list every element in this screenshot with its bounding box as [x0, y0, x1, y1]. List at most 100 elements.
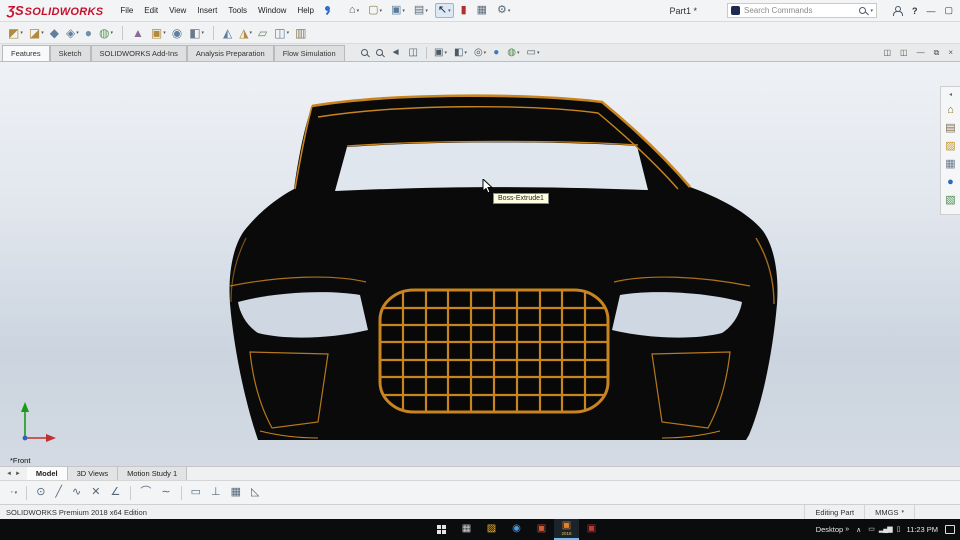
toolbar-icon[interactable]: [121, 25, 123, 40]
view-orientation-icon[interactable]: ▣ ▾: [434, 47, 447, 58]
menu-item[interactable]: Window: [253, 3, 291, 18]
sketch-tool-icon[interactable]: ⌒: [140, 487, 152, 498]
hide-show-items-icon[interactable]: ◎ ▾: [474, 47, 486, 58]
tray-battery-icon[interactable]: ▯: [897, 526, 901, 533]
command-tab[interactable]: SOLIDWORKS Add-Ins: [90, 45, 187, 61]
next-tab-icon[interactable]: ►: [15, 471, 21, 477]
toolbar-icon[interactable]: ◮ ▾: [239, 27, 252, 39]
sketch-tool-icon[interactable]: ✕: [91, 487, 101, 498]
desktop-toolbar[interactable]: Desktop »: [816, 525, 849, 534]
toolbar-icon[interactable]: ◩ ▾: [8, 27, 23, 39]
save-icon[interactable]: ▣ ▾: [389, 4, 407, 17]
toolbar-icon[interactable]: ◉: [172, 27, 183, 39]
menu-item[interactable]: Tools: [223, 3, 252, 18]
toolbar-icon[interactable]: ◍ ▾: [99, 27, 113, 39]
view-settings-icon[interactable]: ▭ ▾: [526, 47, 539, 58]
print-icon[interactable]: ▤ ▾: [412, 4, 430, 17]
options-gear-icon[interactable]: ⚙ ▾: [495, 4, 512, 17]
sketch-tool-icon[interactable]: [180, 485, 182, 500]
help-icon[interactable]: ?: [912, 6, 918, 16]
sketch-tool-icon[interactable]: ▭: [191, 487, 202, 498]
account-icon[interactable]: [892, 5, 903, 16]
model-tab[interactable]: Model: [26, 467, 68, 480]
car-model[interactable]: [200, 90, 780, 442]
graphics-viewport[interactable]: Boss-Extrude1 *Front ◂ ⌂ ▤ ▨ ▦ ● ▧: [0, 62, 960, 466]
search-commands-box[interactable]: Search Commands ▾: [726, 3, 877, 18]
tray-keyboard-icon[interactable]: ▭: [868, 526, 875, 533]
hidden-icons-chevron[interactable]: ∧: [856, 526, 861, 534]
open-document-icon[interactable]: ▢ ▾: [366, 4, 384, 17]
command-tab[interactable]: Features: [2, 45, 50, 61]
sketch-tool-icon[interactable]: ∿: [72, 487, 82, 498]
file-explorer-icon[interactable]: ▨: [945, 141, 955, 152]
toolbar-icon[interactable]: ◪ ▾: [29, 27, 44, 39]
command-tab[interactable]: Analysis Preparation: [186, 45, 274, 61]
sketch-tool-icon[interactable]: [26, 485, 28, 500]
sketch-tool-icon[interactable]: ◺: [251, 487, 260, 498]
app-icon-red[interactable]: ▣: [529, 519, 554, 540]
pin-menu-icon[interactable]: [323, 5, 333, 16]
toolbar-icon[interactable]: ▱: [258, 27, 268, 39]
custom-properties-icon[interactable]: ▧: [945, 195, 955, 206]
sketch-tool-icon[interactable]: ⊥: [211, 487, 222, 498]
edit-appearance-icon[interactable]: ●: [493, 47, 500, 58]
pane-display-icon[interactable]: ◫: [883, 48, 891, 57]
sketch-tool-icon[interactable]: [130, 485, 132, 500]
task-view-icon[interactable]: ▦: [454, 519, 479, 540]
toolbar-icon[interactable]: ▣ ▾: [151, 27, 166, 39]
doc-restore-icon[interactable]: ⧉: [934, 48, 940, 57]
menu-item[interactable]: File: [115, 3, 138, 18]
doc-close-icon[interactable]: ×: [948, 48, 953, 57]
sketch-tool-icon[interactable]: ▦: [231, 487, 242, 498]
toolbar-icon[interactable]: [213, 25, 215, 40]
rebuild-icon[interactable]: ▮: [459, 4, 470, 17]
previous-view-icon[interactable]: ◄: [391, 47, 402, 58]
section-view-icon[interactable]: ◫: [409, 47, 419, 58]
clock[interactable]: 11:23 PM: [906, 525, 938, 534]
solidworks-2018-icon[interactable]: ▣ 2018: [554, 519, 579, 540]
appearances-icon[interactable]: ●: [947, 177, 954, 188]
sketch-tool-icon[interactable]: ╱: [55, 487, 63, 498]
search-dropdown-icon[interactable]: ▾: [870, 8, 873, 14]
toolbar-icon[interactable]: ◫ ▾: [274, 27, 289, 39]
search-input[interactable]: Search Commands: [744, 6, 855, 15]
toolbar-icon[interactable]: ◭: [223, 27, 233, 39]
sketch-tool-icon[interactable]: ∼: [161, 487, 171, 498]
select-cursor-icon[interactable]: ↖ ▾: [434, 3, 454, 18]
task-pane-collapse-icon[interactable]: ◂: [949, 91, 952, 98]
command-tab[interactable]: Sketch: [49, 45, 91, 61]
file-explorer-icon[interactable]: ▨: [479, 519, 504, 540]
model-tab[interactable]: 3D Views: [67, 467, 119, 480]
toolbar-icon[interactable]: ●: [85, 27, 93, 39]
menu-item[interactable]: Help: [292, 3, 318, 18]
doc-minimize-icon[interactable]: —: [917, 48, 925, 57]
start-button[interactable]: [428, 519, 454, 540]
browser-icon[interactable]: ◉: [504, 519, 529, 540]
menu-item[interactable]: Edit: [139, 3, 163, 18]
toolbar-icon[interactable]: ◧ ▾: [189, 27, 204, 39]
apply-scene-icon[interactable]: ◍ ▾: [507, 47, 519, 58]
minimize-button[interactable]: —: [926, 6, 935, 16]
sketch-tool-icon[interactable]: · ▾: [10, 487, 17, 498]
toolbar-icon[interactable]: ▥: [295, 27, 307, 39]
view-tool-icon[interactable]: [426, 46, 427, 59]
menu-item[interactable]: Insert: [192, 3, 222, 18]
menu-item[interactable]: View: [164, 3, 191, 18]
display-style-icon[interactable]: ◧ ▾: [454, 47, 467, 58]
prev-tab-icon[interactable]: ◄: [6, 471, 12, 477]
sketch-tool-icon[interactable]: ∠: [110, 487, 121, 498]
zoom-area-icon[interactable]: [375, 49, 384, 56]
tray-network-icon[interactable]: ▂▄▆: [879, 526, 893, 533]
design-library-icon[interactable]: ▤: [945, 123, 955, 134]
command-tab[interactable]: Flow Simulation: [273, 45, 345, 61]
sketch-tool-icon[interactable]: ⊙: [36, 487, 46, 498]
action-center-icon[interactable]: [945, 525, 955, 534]
zoom-fit-icon[interactable]: [360, 49, 369, 56]
toolbar-icon[interactable]: ◈ ▾: [66, 27, 79, 39]
maximize-button[interactable]: ▢: [944, 5, 953, 16]
app-icon-maroon[interactable]: ▣: [579, 519, 604, 540]
view-palette-icon[interactable]: ▦: [945, 159, 955, 170]
pane-display-icon-2[interactable]: ◫: [900, 48, 908, 57]
solidworks-resources-icon[interactable]: ⌂: [947, 105, 954, 116]
units-selector[interactable]: MMGS ▾: [864, 505, 914, 519]
